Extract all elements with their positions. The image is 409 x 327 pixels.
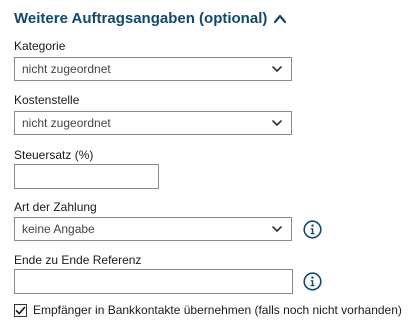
steuersatz-label: Steuersatz (%) xyxy=(14,148,94,162)
referenz-label: Ende zu Ende Referenz xyxy=(14,253,142,267)
zahlungsart-value: keine Angabe xyxy=(22,222,95,236)
kostenstelle-value: nicht zugeordnet xyxy=(22,116,111,130)
referenz-input[interactable] xyxy=(14,269,293,294)
bankkontakte-checkbox[interactable] xyxy=(14,303,27,317)
zahlungsart-label: Art der Zahlung xyxy=(14,200,97,214)
section-toggle[interactable]: Weitere Auftragsangaben (optional) xyxy=(14,10,287,27)
zahlungsart-select[interactable]: keine Angabe xyxy=(14,217,292,241)
info-icon[interactable] xyxy=(303,272,322,291)
checkmark-icon xyxy=(15,306,26,314)
kategorie-value: nicht zugeordnet xyxy=(22,62,111,76)
bankkontakte-label: Empfänger in Bankkontakte übernehmen (fa… xyxy=(33,303,402,317)
steuersatz-input[interactable] xyxy=(14,164,159,189)
chevron-down-icon xyxy=(272,120,282,126)
chevron-up-icon xyxy=(274,14,287,23)
section-title: Weitere Auftragsangaben (optional) xyxy=(14,10,268,27)
kostenstelle-label: Kostenstelle xyxy=(14,93,80,107)
info-icon[interactable] xyxy=(303,220,322,239)
kategorie-label: Kategorie xyxy=(14,39,66,53)
chevron-down-icon xyxy=(272,66,282,72)
kategorie-select[interactable]: nicht zugeordnet xyxy=(14,57,292,81)
kostenstelle-select[interactable]: nicht zugeordnet xyxy=(14,111,292,135)
chevron-down-icon xyxy=(272,226,282,232)
bankkontakte-option[interactable]: Empfänger in Bankkontakte übernehmen (fa… xyxy=(14,303,402,317)
